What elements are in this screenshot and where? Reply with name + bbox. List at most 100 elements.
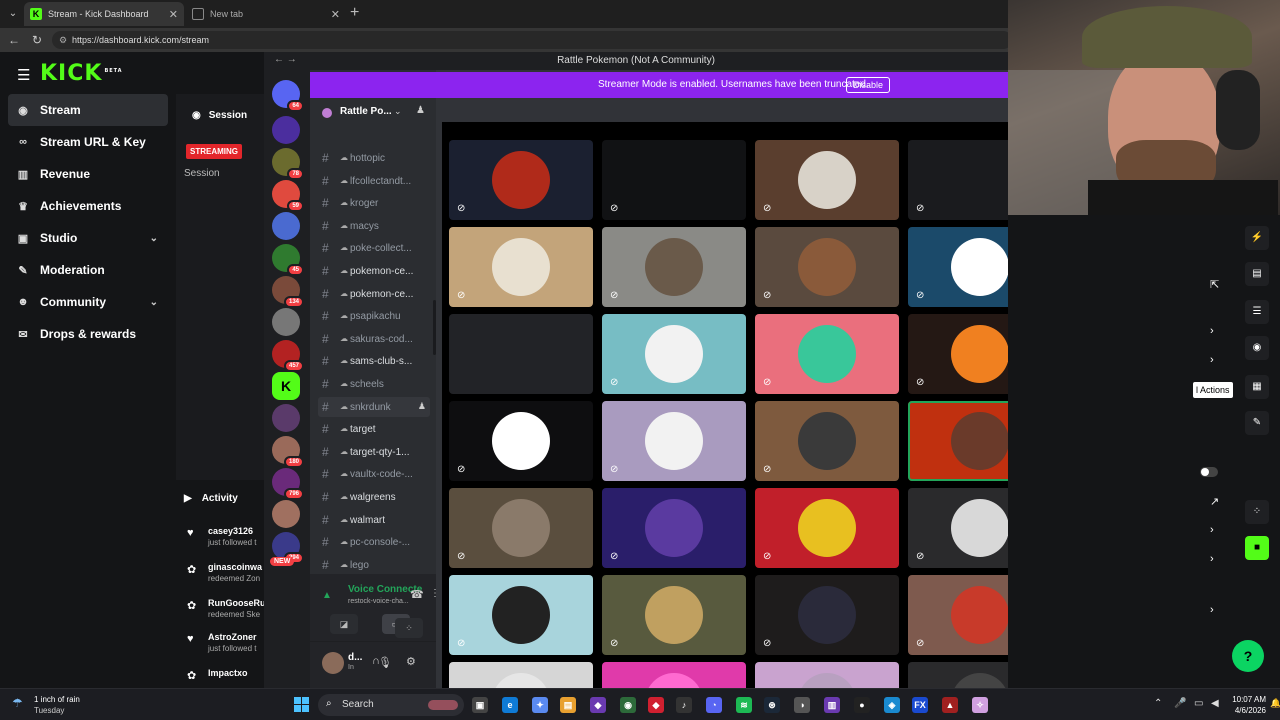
server-icon[interactable]: 180 <box>272 436 304 468</box>
task-view-icon[interactable]: ▣ <box>472 697 488 713</box>
server-icon[interactable]: 457 <box>272 340 304 372</box>
server-icon[interactable]: 59 <box>272 180 304 212</box>
document-icon[interactable]: ▤ <box>1245 262 1269 286</box>
server-icon[interactable]: 796 <box>272 468 304 500</box>
edge-icon[interactable]: e <box>502 697 518 713</box>
dots-icon[interactable]: ⁘ <box>1245 500 1269 524</box>
sidebar-item-stream-url-key[interactable]: ∞ Stream URL & Key <box>8 126 168 158</box>
voice-participant-tile[interactable] <box>449 662 593 688</box>
voice-participant-tile[interactable]: ⊘ <box>602 488 746 568</box>
server-icon[interactable] <box>272 308 300 336</box>
server-icon[interactable]: 45 <box>272 244 304 276</box>
voice-participant-tile[interactable]: ⊘ <box>755 227 899 307</box>
chevron-right-icon[interactable]: › <box>1210 524 1214 536</box>
app-icon[interactable]: ▥ <box>824 697 840 713</box>
server-icon[interactable] <box>272 404 300 432</box>
system-clock[interactable]: 10:07 AM 4/6/2026 <box>1206 694 1266 716</box>
voice-participant-tile[interactable]: ⊘ <box>755 140 899 220</box>
tray-overflow-icon[interactable]: ⌃ <box>1154 698 1162 709</box>
voice-participant-tile[interactable]: ⊘ <box>755 314 899 394</box>
headphones-icon[interactable]: ∩ <box>372 655 380 667</box>
voice-participant-tile[interactable]: ⊘ <box>908 227 1008 307</box>
voice-participant-tile[interactable]: ⊘ <box>449 575 593 655</box>
voice-participant-tile[interactable] <box>602 662 746 688</box>
app-icon[interactable]: ◆ <box>590 697 606 713</box>
itunes-icon[interactable]: ♪ <box>676 697 692 713</box>
site-info-icon[interactable]: ⚙ <box>59 31 67 49</box>
server-icon[interactable] <box>272 212 300 240</box>
spotify-icon[interactable]: ≋ <box>736 697 752 713</box>
gift-icon[interactable]: ■ <box>1245 536 1269 560</box>
voice-participant-tile[interactable]: ⊘ <box>908 314 1008 394</box>
voice-participant-tile[interactable]: ⊘ <box>602 227 746 307</box>
sidebar-item-achievements[interactable]: ♛ Achievements <box>8 190 168 222</box>
app-icon[interactable]: ▲ <box>942 697 958 713</box>
chevron-right-icon[interactable]: › <box>1210 553 1214 565</box>
voice-participant-tile[interactable]: ⊘ <box>602 140 746 220</box>
kick-server-icon[interactable]: K <box>272 372 300 400</box>
tab-search-icon[interactable]: ⌄ <box>4 5 22 23</box>
voice-participant-tile[interactable]: ⊘ <box>449 227 593 307</box>
sidebar-item-community[interactable]: ☻ Community ⌄ <box>8 286 168 318</box>
url-field[interactable]: ⚙ https://dashboard.kick.com/stream <box>52 31 1012 49</box>
steam-icon[interactable]: ⊛ <box>764 697 780 713</box>
close-tab-icon[interactable]: ✕ <box>331 8 340 21</box>
server-icon[interactable]: 134 <box>272 276 304 308</box>
fx-icon[interactable]: FX <box>912 697 928 713</box>
wrench-icon[interactable]: ✎ <box>1245 411 1269 435</box>
popout-icon[interactable]: ⇱ <box>1210 278 1219 291</box>
server-icon[interactable] <box>272 116 300 144</box>
app-icon[interactable]: ◑ <box>794 697 810 713</box>
disable-streamer-mode-button[interactable]: Disable <box>846 77 891 93</box>
voice-participant-tile[interactable]: ⊘ <box>908 140 1008 220</box>
toggle-switch[interactable] <box>1200 467 1218 477</box>
chevron-right-icon[interactable]: › <box>1210 354 1214 366</box>
voice-participant-tile[interactable]: ⊘ <box>908 488 1008 568</box>
voice-participant-tile[interactable]: ⊘ <box>755 401 899 481</box>
discord-home-icon[interactable]: 64 <box>272 80 304 112</box>
sidebar-item-revenue[interactable]: ▥ Revenue <box>8 158 168 190</box>
menu-icon[interactable]: ☰ <box>17 66 30 84</box>
microphone-icon[interactable]: 🎤 <box>1174 698 1186 709</box>
weather-title[interactable]: 1 inch of rain <box>34 695 80 704</box>
chrome-icon[interactable]: ◉ <box>620 697 636 713</box>
voice-participant-tile[interactable]: ⊘ <box>602 401 746 481</box>
obs-icon[interactable]: ● <box>854 697 870 713</box>
tab-new-tab[interactable]: New tab ✕ <box>186 2 346 26</box>
windows-start-icon[interactable] <box>294 697 309 712</box>
network-icon[interactable]: ▭ <box>1194 698 1203 709</box>
chat-icon[interactable]: ☰ <box>1245 300 1269 324</box>
help-chat-button[interactable]: ? <box>1232 640 1264 672</box>
server-icon[interactable]: 78 <box>272 148 304 180</box>
weather-icon[interactable]: ☂ <box>12 696 23 710</box>
app-icon[interactable]: ◈ <box>884 697 900 713</box>
tab-kick-dashboard[interactable]: K Stream - Kick Dashboard ✕ <box>24 2 184 26</box>
notification-icon[interactable]: 🔔 <box>1270 698 1280 709</box>
actions-icon[interactable]: ▦ <box>1245 375 1269 399</box>
sidebar-item-stream[interactable]: ◉ Stream <box>8 94 168 126</box>
lightning-icon[interactable]: ⚡ <box>1245 226 1269 250</box>
settings-icon[interactable]: ⚙ <box>406 655 416 668</box>
broadcast-icon[interactable]: ◉ <box>1245 336 1269 360</box>
taskbar-search[interactable]: ⌕ Search <box>318 694 464 716</box>
new-tab-button[interactable]: + <box>350 4 359 22</box>
sidebar-item-drops-rewards[interactable]: ✉ Drops & rewards <box>8 318 168 350</box>
server-icon[interactable] <box>272 500 300 528</box>
app-icon[interactable]: ✧ <box>972 697 988 713</box>
voice-participant-tile[interactable]: ⊘ <box>755 575 899 655</box>
voice-participant-tile[interactable] <box>908 662 1008 688</box>
voice-participant-tile[interactable]: ⊘ <box>602 314 746 394</box>
voice-participant-tile[interactable]: ⊘ <box>908 575 1008 655</box>
voice-participant-tile[interactable]: ⊘ <box>449 140 593 220</box>
voice-participant-tile[interactable] <box>755 662 899 688</box>
app-icon[interactable]: ◆ <box>648 697 664 713</box>
voice-participant-tile[interactable]: ⊘ <box>755 488 899 568</box>
copilot-icon[interactable]: ✦ <box>532 697 548 713</box>
kick-logo[interactable]: KICK BETA <box>40 61 123 86</box>
chart-icon[interactable]: ↗ <box>1210 495 1219 508</box>
close-tab-icon[interactable]: ✕ <box>169 8 178 21</box>
chevron-right-icon[interactable]: › <box>1210 325 1214 337</box>
voice-participant-tile[interactable]: ⊘ <box>602 575 746 655</box>
file-explorer-icon[interactable]: ▤ <box>560 697 576 713</box>
sidebar-item-studio[interactable]: ▣ Studio ⌄ <box>8 222 168 254</box>
